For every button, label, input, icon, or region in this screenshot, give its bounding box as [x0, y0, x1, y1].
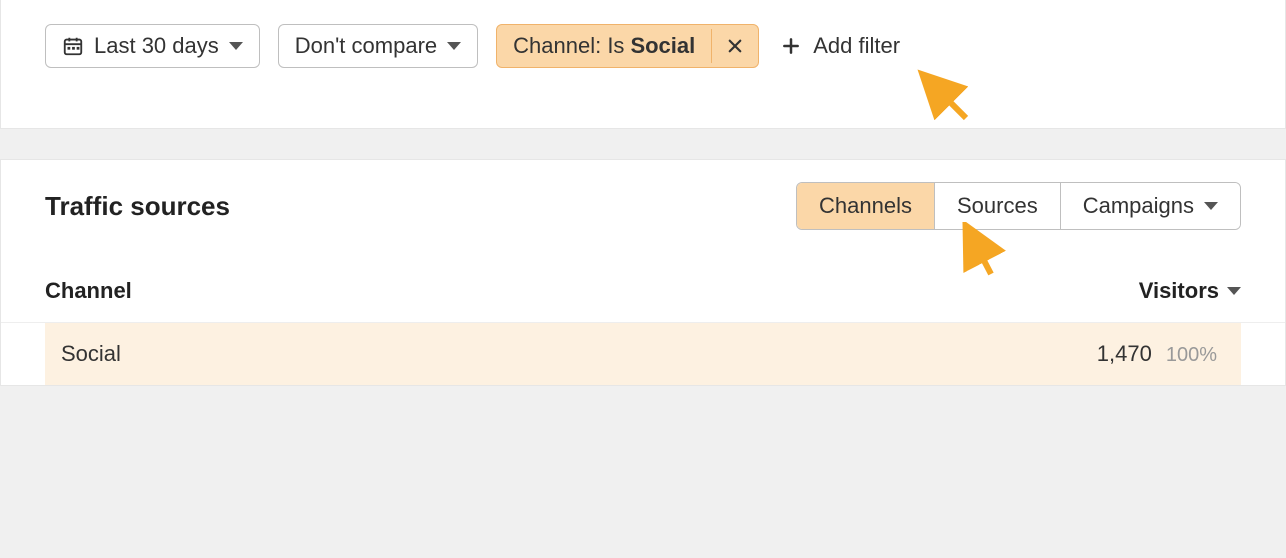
add-filter-label: Add filter: [813, 33, 900, 59]
add-filter-button[interactable]: Add filter: [777, 25, 904, 67]
compare-picker[interactable]: Don't compare: [278, 24, 478, 68]
filter-bar: Last 30 days Don't compare Channel: Is S…: [1, 0, 1285, 128]
table-row[interactable]: Social 1,470 100%: [45, 323, 1241, 385]
annotation-arrow-icon: [911, 68, 981, 128]
tab-campaigns[interactable]: Campaigns: [1060, 183, 1240, 229]
compare-label: Don't compare: [295, 33, 437, 59]
channel-filter-chip[interactable]: Channel: Is Social: [496, 24, 759, 68]
caret-down-icon: [229, 42, 243, 50]
col-channel: Channel: [45, 278, 132, 304]
caret-down-icon: [447, 42, 461, 50]
row-pct: 100%: [1166, 344, 1217, 367]
tab-channels[interactable]: Channels: [797, 183, 934, 229]
col-visitors-sort[interactable]: Visitors: [1139, 278, 1241, 304]
row-label: Social: [61, 341, 121, 367]
data-table: Channel Visitors Social 1,470 100%: [1, 278, 1285, 385]
remove-filter-button[interactable]: [711, 29, 758, 63]
traffic-sources-card: Traffic sources Channels Sources Campaig…: [0, 159, 1286, 386]
channel-filter-label: Channel: Is Social: [497, 25, 711, 67]
tab-group: Channels Sources Campaigns: [796, 182, 1241, 230]
sort-desc-icon: [1227, 287, 1241, 295]
card-title: Traffic sources: [45, 191, 230, 222]
row-visitors: 1,470: [1097, 341, 1152, 367]
panel-gap: [0, 129, 1286, 159]
date-range-picker[interactable]: Last 30 days: [45, 24, 260, 68]
row-values: 1,470 100%: [1097, 341, 1217, 367]
filter-panel: Last 30 days Don't compare Channel: Is S…: [0, 0, 1286, 129]
caret-down-icon: [1204, 202, 1218, 210]
table-header: Channel Visitors: [1, 278, 1285, 323]
annotation-arrow-icon: [946, 222, 1016, 282]
plus-icon: [781, 36, 801, 56]
calendar-icon: [62, 35, 84, 57]
tab-sources[interactable]: Sources: [934, 183, 1060, 229]
date-range-label: Last 30 days: [94, 33, 219, 59]
card-header: Traffic sources Channels Sources Campaig…: [1, 160, 1285, 278]
